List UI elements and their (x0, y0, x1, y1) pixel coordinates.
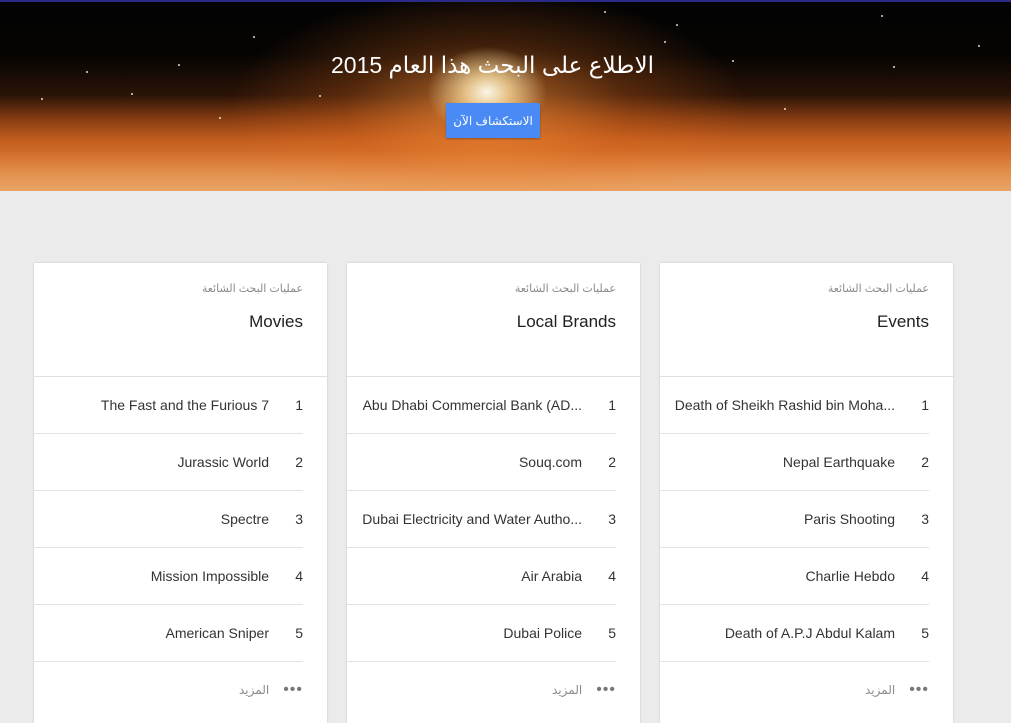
item-rank: 1 (608, 397, 616, 413)
item-rank: 4 (295, 568, 303, 584)
item-rank: 2 (295, 454, 303, 470)
list-item[interactable]: 2 Nepal Earthquake (660, 434, 929, 491)
star (219, 117, 221, 119)
list-item[interactable]: 3 Spectre (34, 491, 303, 548)
item-label: Charlie Hebdo (805, 568, 896, 584)
item-label: Nepal Earthquake (782, 454, 895, 470)
item-label: Dubai Police (503, 625, 582, 641)
hero-haze (0, 150, 1011, 191)
list-item[interactable]: 1 The Fast and the Furious 7 (34, 377, 303, 434)
list-item[interactable]: 2 Souq.com (347, 434, 616, 491)
item-rank: 5 (608, 625, 616, 641)
item-label: The Fast and the Furious 7 (100, 397, 269, 413)
item-label: Paris Shooting (803, 511, 895, 527)
card-subtitle: عمليات البحث الشائعة (514, 283, 616, 295)
item-label: Spectre (220, 511, 269, 527)
more-label: المزيد (552, 683, 583, 697)
more-label: المزيد (865, 683, 896, 697)
item-rank: 4 (608, 568, 616, 584)
item-rank: 1 (295, 397, 303, 413)
trending-card-movies: عمليات البحث الشائعة Movies 1 The Fast an… (34, 263, 327, 723)
item-rank: 5 (921, 625, 929, 641)
list-item[interactable]: 5 American Sniper (34, 605, 303, 662)
more-link[interactable]: ••• المزيد (865, 672, 929, 708)
star (676, 24, 678, 26)
card-header: عمليات البحث الشائعة Local Brands (347, 263, 640, 377)
card-header: عمليات البحث الشائعة Events (660, 263, 953, 377)
star (253, 36, 255, 38)
more-horiz-icon: ••• (283, 681, 303, 698)
star (664, 41, 666, 43)
item-label: Souq.com (518, 454, 582, 470)
item-label: Jurassic World (177, 454, 269, 470)
list-item[interactable]: 1 Abu Dhabi Commercial Bank (AD... (347, 377, 616, 434)
item-rank: 1 (921, 397, 929, 413)
item-rank: 3 (608, 511, 616, 527)
item-label: Abu Dhabi Commercial Bank (AD... (362, 397, 582, 413)
item-rank: 2 (921, 454, 929, 470)
list-item[interactable]: 4 Air Arabia (347, 548, 616, 605)
card-title: Movies (249, 312, 303, 331)
item-label: American Sniper (165, 625, 270, 641)
item-rank: 3 (921, 511, 929, 527)
trending-card-local-brands: عمليات البحث الشائعة Local Brands 1 Abu D… (347, 263, 640, 723)
card-title: Events (877, 312, 929, 331)
trending-card-events: عمليات البحث الشائعة Events 1 Death of Sh… (660, 263, 953, 723)
item-label: Air Arabia (521, 568, 582, 584)
item-label: Death of A.P.J Abdul Kalam (724, 625, 895, 641)
list-item[interactable]: 4 Mission Impossible (34, 548, 303, 605)
star (41, 98, 43, 100)
star (784, 108, 786, 110)
more-label: المزيد (239, 683, 270, 697)
item-rank: 2 (608, 454, 616, 470)
explore-now-button[interactable]: الاستكشاف الآن (446, 103, 540, 138)
star (131, 93, 133, 95)
item-label: Mission Impossible (150, 568, 269, 584)
list-item[interactable]: 4 Charlie Hebdo (660, 548, 929, 605)
list-item[interactable]: 3 Paris Shooting (660, 491, 929, 548)
card-header: عمليات البحث الشائعة Movies (34, 263, 327, 377)
more-link[interactable]: ••• المزيد (239, 672, 303, 708)
star (319, 95, 321, 97)
more-horiz-icon: ••• (596, 681, 616, 698)
more-horiz-icon: ••• (909, 681, 929, 698)
item-rank: 4 (921, 568, 929, 584)
list-item[interactable]: 2 Jurassic World (34, 434, 303, 491)
card-subtitle: عمليات البحث الشائعة (201, 283, 303, 295)
list-item[interactable]: 1 Death of Sheikh Rashid bin Moha... (660, 377, 929, 434)
more-link[interactable]: ••• المزيد (552, 672, 616, 708)
card-subtitle: عمليات البحث الشائعة (827, 283, 929, 295)
star (881, 15, 883, 17)
star (978, 45, 980, 47)
item-rank: 3 (295, 511, 303, 527)
hero-title: الاطلاع على البحث هذا العام 2015 (331, 52, 654, 78)
list-item[interactable]: 5 Dubai Police (347, 605, 616, 662)
top-border (0, 0, 1011, 2)
item-label: Dubai Electricity and Water Autho... (362, 511, 582, 527)
list-item[interactable]: 3 Dubai Electricity and Water Autho... (347, 491, 616, 548)
item-label: Death of Sheikh Rashid bin Moha... (674, 397, 895, 413)
hero-banner: الاطلاع على البحث هذا العام 2015 الاستكش… (0, 0, 1011, 191)
list-item[interactable]: 5 Death of A.P.J Abdul Kalam (660, 605, 929, 662)
card-title: Local Brands (516, 312, 616, 331)
item-rank: 5 (295, 625, 303, 641)
star (604, 11, 606, 13)
